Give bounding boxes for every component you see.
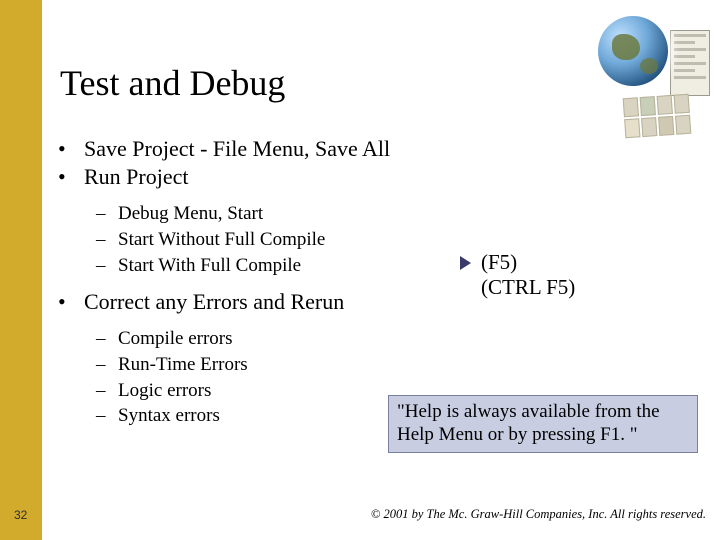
mini-window-graphic: [670, 30, 710, 96]
bullet-level1: • Save Project - File Menu, Save All: [52, 135, 692, 163]
bullet-level2: – Debug Menu, Start: [52, 201, 692, 227]
bullet-level2: – Start Without Full Compile: [52, 227, 692, 253]
globe-icon: [598, 16, 668, 86]
dash-icon: –: [96, 403, 118, 429]
bullet-level2: – Compile errors: [52, 326, 692, 352]
dash-icon: –: [96, 326, 118, 352]
bullet-text: Save Project - File Menu, Save All: [84, 135, 692, 163]
bullet-dot-icon: •: [52, 135, 84, 163]
arrow-right-icon: [460, 256, 471, 270]
bullet-level1: • Correct any Errors and Rerun: [52, 288, 692, 316]
shortcut-callout: (F5) (CTRL F5): [460, 250, 575, 300]
bullet-text: Compile errors: [118, 326, 692, 352]
bullet-text: Start With Full Compile: [118, 253, 692, 279]
dash-icon: –: [96, 378, 118, 404]
bullet-text: Correct any Errors and Rerun: [84, 288, 692, 316]
mosaic-graphic: [623, 94, 692, 139]
help-callout: "Help is always available from the Help …: [388, 395, 698, 453]
bullet-text: Run-Time Errors: [118, 352, 692, 378]
bullet-dot-icon: •: [52, 163, 84, 191]
sub-bullet-group: – Debug Menu, Start – Start Without Full…: [52, 201, 692, 278]
corner-art: [580, 6, 710, 136]
bullet-level2: – Run-Time Errors: [52, 352, 692, 378]
page-number: 32: [14, 508, 27, 522]
bullet-level1: • Run Project: [52, 163, 692, 191]
dash-icon: –: [96, 201, 118, 227]
slide-title: Test and Debug: [60, 62, 285, 104]
bullet-text: Debug Menu, Start: [118, 201, 692, 227]
dash-icon: –: [96, 253, 118, 279]
dash-icon: –: [96, 227, 118, 253]
copyright-footer: © 2001 by The Mc. Graw-Hill Companies, I…: [371, 507, 706, 522]
dash-icon: –: [96, 352, 118, 378]
shortcut-text: (CTRL F5): [481, 275, 575, 300]
slide-body: • Save Project - File Menu, Save All • R…: [52, 135, 692, 439]
bullet-text: Start Without Full Compile: [118, 227, 692, 253]
bullet-text: Run Project: [84, 163, 692, 191]
bullet-level2: – Start With Full Compile: [52, 253, 692, 279]
left-sidebar-accent: [0, 0, 42, 540]
shortcut-text: (F5): [481, 250, 517, 275]
slide: Test and Debug • Save Project - File Men…: [0, 0, 720, 540]
callout-text: "Help is always available from the Help …: [397, 401, 660, 445]
bullet-dot-icon: •: [52, 288, 84, 316]
